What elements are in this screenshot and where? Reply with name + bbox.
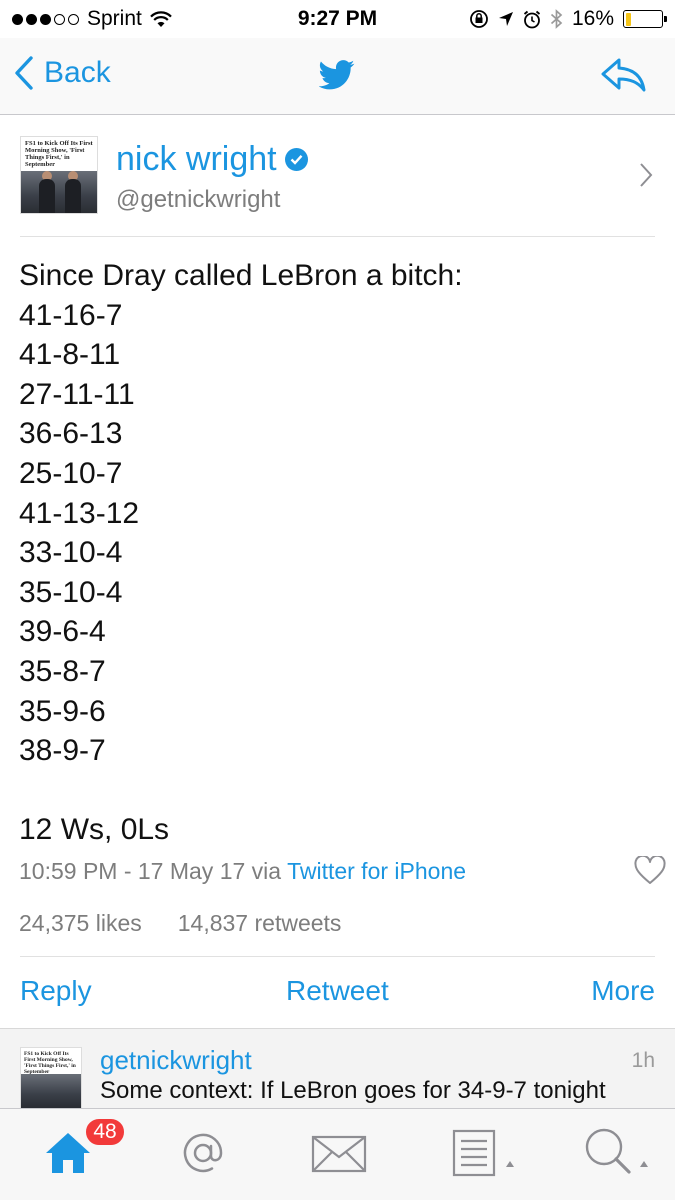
reply-author-name: getnickwright	[100, 1045, 252, 1075]
twitter-bird-icon	[319, 60, 355, 90]
retweets-count[interactable]: 14,837 retweets	[178, 910, 342, 937]
chevron-right-icon[interactable]	[639, 162, 653, 188]
back-button[interactable]: Back	[14, 56, 111, 90]
source-link[interactable]: Twitter for iPhone	[287, 858, 466, 884]
back-label: Back	[44, 56, 111, 89]
tweet-timestamp: 10:59 PM - 17 May 17 via Twitter for iPh…	[19, 858, 466, 885]
reply-text: Some context: If LeBron goes for 34-9-7 …	[100, 1077, 606, 1104]
tweet-line: 39-6-4	[19, 615, 106, 649]
tab-bar: 48	[0, 1108, 675, 1200]
tab-lists[interactable]	[452, 1129, 518, 1184]
retweet-button[interactable]: Retweet	[286, 975, 389, 1007]
tweet-line: 41-16-7	[19, 298, 123, 332]
engagement-counts: 24,375 likes 14,837 retweets	[19, 910, 341, 937]
tweet-line: 41-13-12	[19, 496, 140, 530]
location-icon	[498, 12, 513, 26]
avatar-headline: FS1 to Kick Off Its First Morning Show, …	[25, 140, 93, 168]
reply-time: 1h	[631, 1049, 655, 1072]
author-avatar[interactable]: FS1 to Kick Off Its First Morning Show, …	[20, 136, 98, 214]
verified-badge-icon	[284, 148, 308, 171]
tweet-author-header[interactable]: FS1 to Kick Off Its First Morning Show, …	[0, 136, 675, 236]
tab-mentions[interactable]	[179, 1129, 227, 1182]
status-bar-right: 16%	[469, 7, 667, 31]
reply-button[interactable]: Reply	[20, 975, 92, 1007]
notification-badge: 48	[84, 1117, 126, 1147]
reply-avatar-headline: FS1 to Kick Off Its First Morning Show, …	[24, 1051, 76, 1075]
header-divider	[20, 236, 655, 237]
tweet-line: 35-10-4	[19, 575, 123, 609]
orientation-lock-icon	[470, 10, 488, 28]
alarm-icon	[523, 10, 541, 28]
counts-divider	[20, 956, 655, 957]
reply-arrow-button[interactable]	[599, 56, 647, 94]
tweet-line: 36-6-13	[19, 417, 123, 451]
search-icon	[585, 1128, 648, 1174]
tweet-text: Since Dray called LeBron a bitch: 41-16-7…	[19, 256, 659, 850]
author-display-name: nick wright	[116, 140, 308, 179]
tweet-line: 12 Ws, 0Ls	[19, 813, 170, 847]
reply-tweet-preview[interactable]: FS1 to Kick Off Its First Morning Show, …	[0, 1028, 675, 1108]
tweet-line: Since Dray called LeBron a bitch:	[19, 259, 463, 292]
tweet-actions: Reply Retweet More	[20, 975, 655, 1015]
tweet-line: 38-9-7	[19, 734, 106, 768]
author-handle: @getnickwright	[116, 186, 281, 213]
tweet-line: 25-10-7	[19, 456, 123, 490]
like-heart-icon[interactable]	[634, 856, 666, 885]
status-bar: Sprint 9:27 PM 16%	[0, 0, 675, 38]
tweet-line: 35-9-6	[19, 694, 106, 728]
lists-icon	[452, 1129, 514, 1177]
battery-percent: 16%	[571, 7, 614, 30]
battery-icon	[623, 10, 667, 28]
tab-messages[interactable]	[311, 1135, 367, 1178]
timestamp-text: 10:59 PM - 17 May 17 via	[19, 858, 288, 884]
tab-search[interactable]	[584, 1127, 656, 1184]
author-name-text: nick wright	[116, 140, 277, 178]
tweet-line: 33-10-4	[19, 536, 123, 570]
messages-icon	[311, 1135, 367, 1173]
more-button[interactable]: More	[591, 975, 655, 1007]
reply-author-avatar[interactable]: FS1 to Kick Off Its First Morning Show, …	[20, 1047, 82, 1108]
chevron-left-icon	[15, 56, 33, 90]
tweet-line: 27-11-11	[19, 377, 135, 411]
tweet-line: 41-8-11	[19, 338, 121, 372]
bluetooth-icon	[550, 9, 563, 29]
likes-count[interactable]: 24,375 likes	[19, 910, 142, 937]
mentions-icon	[183, 1133, 223, 1173]
navigation-bar: Back	[0, 38, 675, 115]
tweet-line: 35-8-7	[19, 654, 106, 688]
